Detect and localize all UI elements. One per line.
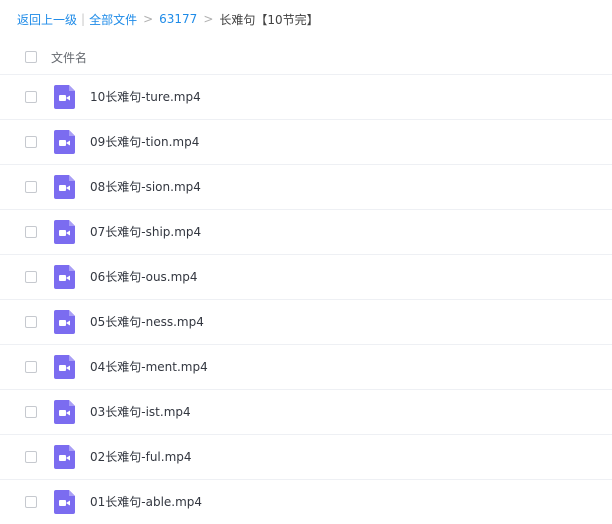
- file-name[interactable]: 07长难句-ship.mp4: [90, 210, 201, 254]
- file-name[interactable]: 02长难句-ful.mp4: [90, 435, 192, 479]
- breadcrumb-separator: >: [203, 12, 214, 26]
- row-checkbox[interactable]: [25, 406, 37, 418]
- file-row[interactable]: 03长难句-ist.mp4: [0, 390, 612, 435]
- row-checkbox[interactable]: [25, 181, 37, 193]
- file-row[interactable]: 05长难句-ness.mp4: [0, 300, 612, 345]
- video-file-icon: [54, 220, 75, 244]
- row-checkbox[interactable]: [25, 496, 37, 508]
- back-link[interactable]: 返回上一级: [17, 11, 77, 28]
- video-file-icon: [54, 130, 75, 154]
- video-file-icon: [54, 445, 75, 469]
- video-file-icon: [54, 85, 75, 109]
- video-file-icon: [54, 355, 75, 379]
- file-name[interactable]: 08长难句-sion.mp4: [90, 165, 201, 209]
- row-checkbox[interactable]: [25, 226, 37, 238]
- video-file-icon: [54, 310, 75, 334]
- current-folder: 长难句【10节完】: [219, 12, 319, 27]
- file-name[interactable]: 05长难句-ness.mp4: [90, 300, 204, 344]
- file-name[interactable]: 03长难句-ist.mp4: [90, 390, 191, 434]
- file-name[interactable]: 09长难句-tion.mp4: [90, 120, 199, 164]
- row-checkbox[interactable]: [25, 136, 37, 148]
- video-file-icon: [54, 175, 75, 199]
- file-row[interactable]: 02长难句-ful.mp4: [0, 435, 612, 480]
- file-row[interactable]: 06长难句-ous.mp4: [0, 255, 612, 300]
- file-name[interactable]: 10长难句-ture.mp4: [90, 75, 201, 119]
- video-file-icon: [54, 400, 75, 424]
- file-row[interactable]: 01长难句-able.mp4: [0, 480, 612, 524]
- file-row[interactable]: 07长难句-ship.mp4: [0, 210, 612, 255]
- breadcrumb: 返回上一级 | 全部文件 > 63177 > 长难句【10节完】: [17, 10, 319, 28]
- video-file-icon: [54, 490, 75, 514]
- filename-column-header[interactable]: 文件名: [51, 49, 87, 66]
- row-checkbox[interactable]: [25, 271, 37, 283]
- file-name[interactable]: 04长难句-ment.mp4: [90, 345, 208, 389]
- row-checkbox[interactable]: [25, 316, 37, 328]
- folder-link[interactable]: 63177: [159, 12, 197, 26]
- row-checkbox[interactable]: [25, 91, 37, 103]
- video-file-icon: [54, 265, 75, 289]
- file-row[interactable]: 08长难句-sion.mp4: [0, 165, 612, 210]
- all-files-link[interactable]: 全部文件: [89, 11, 137, 28]
- file-row[interactable]: 04长难句-ment.mp4: [0, 345, 612, 390]
- file-row[interactable]: 09长难句-tion.mp4: [0, 120, 612, 165]
- file-row[interactable]: 10长难句-ture.mp4: [0, 75, 612, 120]
- breadcrumb-separator: >: [143, 12, 154, 26]
- select-all-checkbox[interactable]: [25, 51, 37, 63]
- file-name[interactable]: 06长难句-ous.mp4: [90, 255, 198, 299]
- row-checkbox[interactable]: [25, 451, 37, 463]
- breadcrumb-divider: |: [81, 12, 86, 26]
- list-header: 文件名: [0, 40, 612, 75]
- file-name[interactable]: 01长难句-able.mp4: [90, 480, 202, 524]
- row-checkbox[interactable]: [25, 361, 37, 373]
